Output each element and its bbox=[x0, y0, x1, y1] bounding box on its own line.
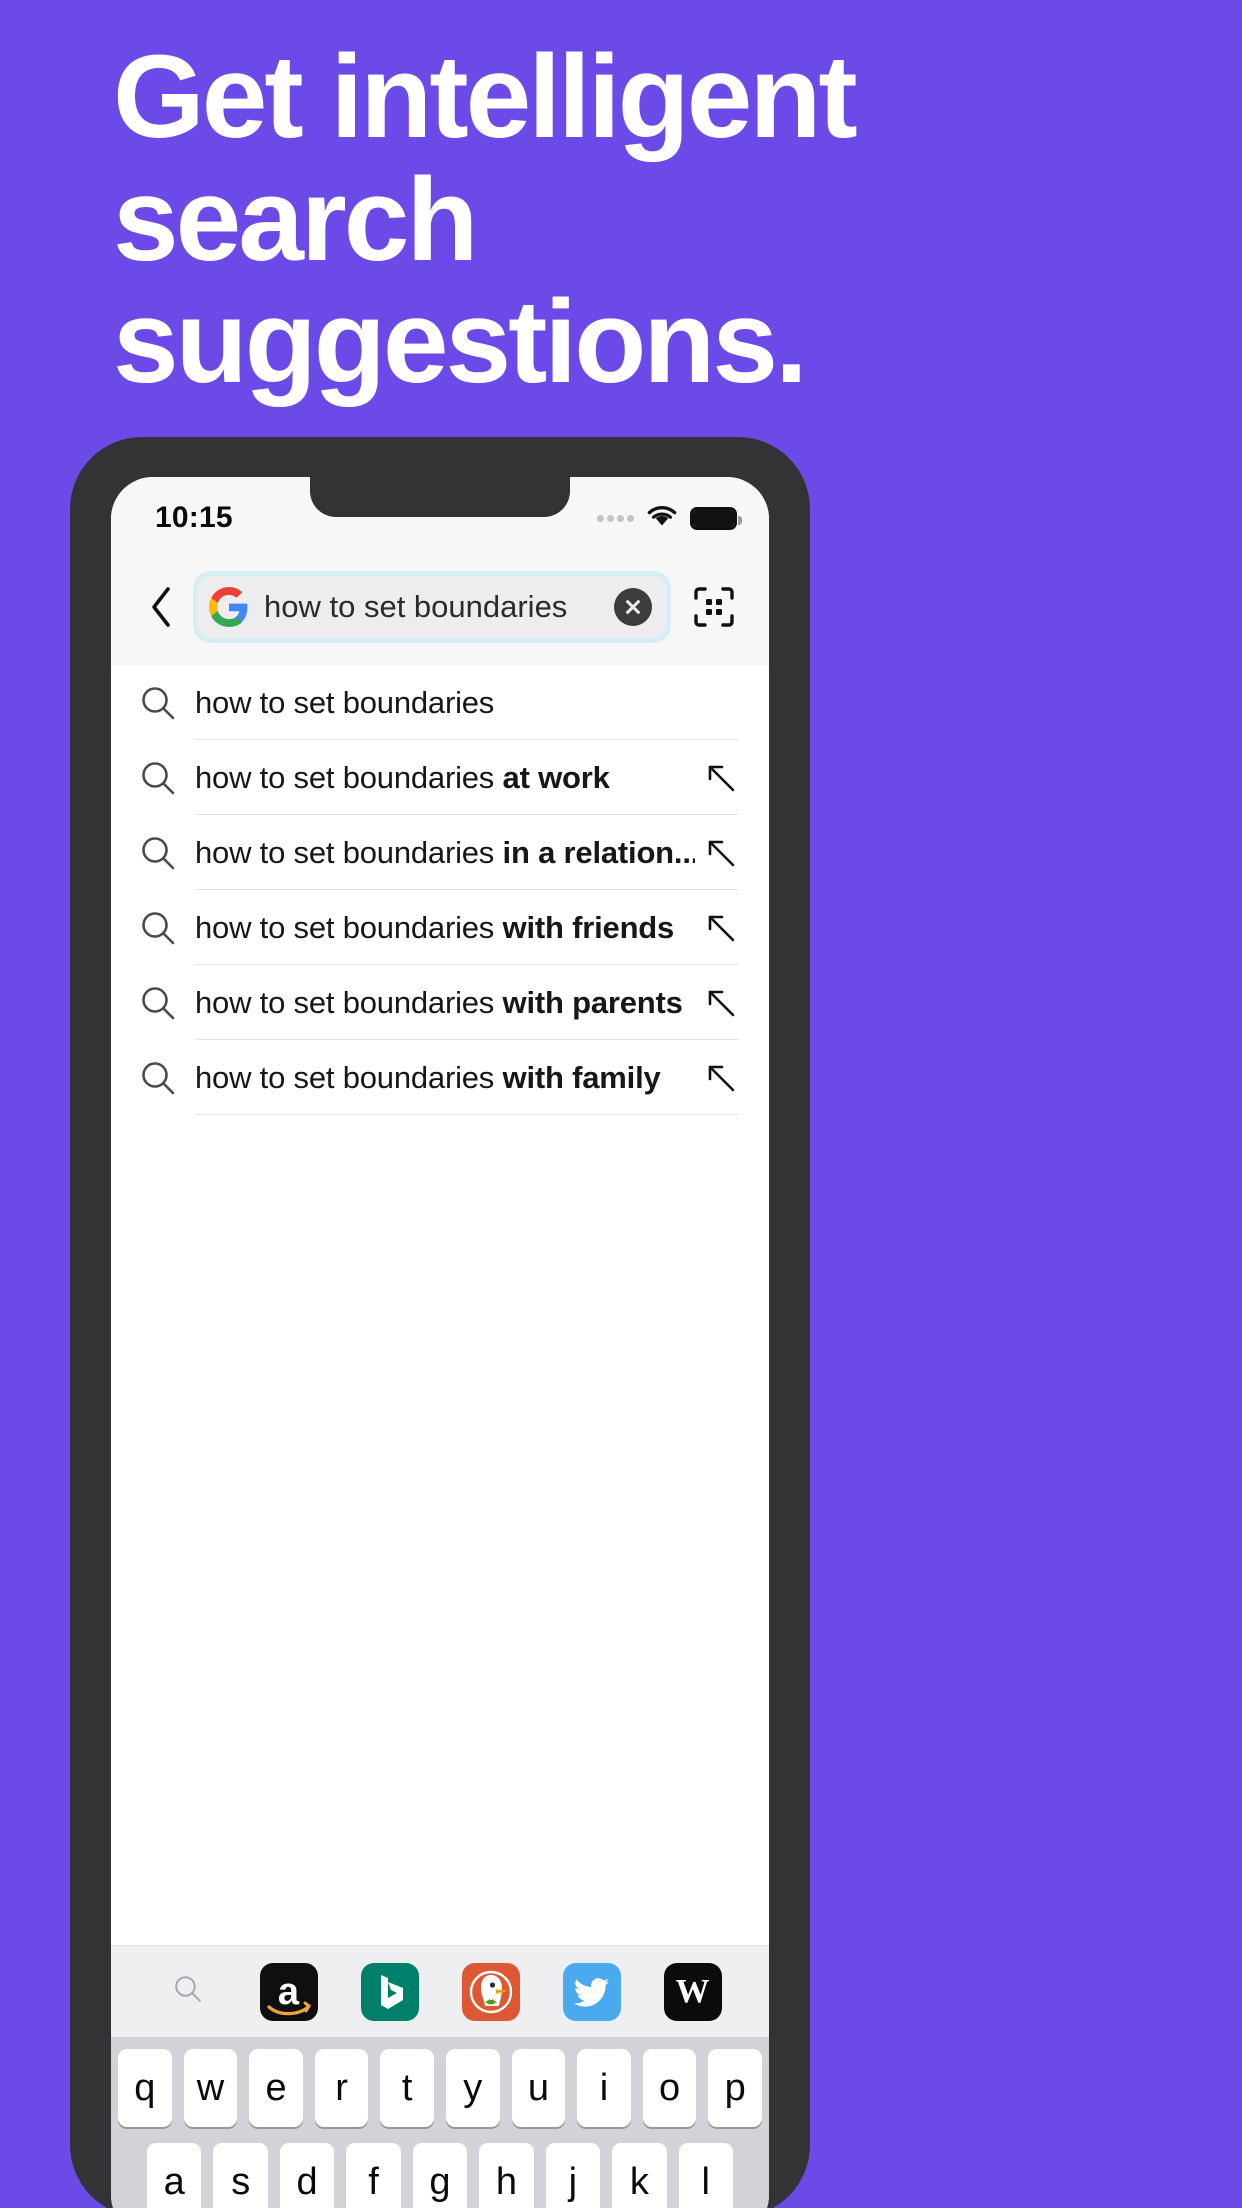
status-bar: 10:15 bbox=[111, 477, 769, 555]
suggestion-text: how to set boundaries at work bbox=[195, 759, 610, 795]
twitter-icon bbox=[562, 1962, 621, 2021]
key-y[interactable]: y bbox=[446, 2049, 500, 2127]
back-button[interactable] bbox=[133, 576, 189, 638]
suggestion-text: how to set boundaries with family bbox=[195, 1059, 661, 1095]
close-circle-icon[interactable] bbox=[614, 588, 652, 626]
key-e[interactable]: e bbox=[249, 2049, 303, 2127]
suggestion-text: how to set boundaries with friends bbox=[195, 909, 675, 945]
search-icon bbox=[139, 1059, 195, 1097]
signal-dots-icon bbox=[597, 514, 634, 522]
wifi-icon bbox=[645, 503, 679, 533]
keyboard-row-1: q w e r t y u i o p bbox=[111, 2049, 769, 2127]
list-item[interactable]: how to set boundaries with parents bbox=[111, 965, 769, 1040]
list-item[interactable]: how to set boundaries at work bbox=[111, 740, 769, 815]
key-g[interactable]: g bbox=[412, 2143, 468, 2208]
list-item[interactable]: how to set boundaries in a relation... bbox=[111, 815, 769, 890]
status-bar-time: 10:15 bbox=[155, 501, 233, 534]
search-icon bbox=[139, 759, 195, 797]
shortcut-duckduckgo[interactable] bbox=[440, 1962, 541, 2021]
headline-line-3: suggestions. bbox=[113, 276, 808, 409]
key-t[interactable]: t bbox=[380, 2049, 434, 2127]
suggestion-text: how to set boundaries in a relation... bbox=[195, 834, 695, 870]
arrow-up-left-icon[interactable] bbox=[695, 910, 747, 946]
phone-screen: 10:15 how to set boundaries how to set b… bbox=[111, 477, 769, 2208]
key-a[interactable]: a bbox=[147, 2143, 202, 2208]
browser-toolbar: how to set boundaries bbox=[111, 555, 769, 665]
arrow-up-left-icon[interactable] bbox=[695, 1060, 747, 1096]
headline-line-2: search bbox=[113, 153, 479, 286]
divider bbox=[195, 1114, 739, 1115]
wikipedia-icon: W bbox=[663, 1962, 722, 2021]
key-f[interactable]: f bbox=[346, 2143, 401, 2208]
search-query-text[interactable]: how to set boundaries bbox=[264, 589, 600, 625]
arrow-up-left-icon[interactable] bbox=[695, 985, 747, 1021]
notch bbox=[310, 477, 570, 517]
key-i[interactable]: i bbox=[577, 2049, 631, 2127]
list-item[interactable]: how to set boundaries bbox=[111, 665, 769, 740]
key-r[interactable]: r bbox=[314, 2049, 369, 2127]
shortcut-default-search[interactable] bbox=[137, 1973, 238, 2010]
wikipedia-letter: W bbox=[675, 1972, 710, 2010]
key-h[interactable]: h bbox=[479, 2143, 534, 2208]
search-icon bbox=[139, 684, 195, 722]
shortcut-wikipedia[interactable]: W bbox=[642, 1962, 743, 2021]
search-icon bbox=[139, 834, 195, 872]
key-u[interactable]: u bbox=[511, 2049, 566, 2127]
search-engine-shortcuts: a W bbox=[111, 1945, 769, 2037]
key-q[interactable]: q bbox=[118, 2049, 172, 2127]
phone-mockup: 10:15 how to set boundaries how to set b… bbox=[70, 437, 810, 2208]
shortcut-twitter[interactable] bbox=[541, 1962, 642, 2021]
suggestion-text: how to set boundaries with parents bbox=[195, 984, 683, 1020]
shortcut-amazon[interactable]: a bbox=[238, 1962, 339, 2021]
shortcut-bing[interactable] bbox=[339, 1962, 440, 2021]
key-d[interactable]: d bbox=[279, 2143, 335, 2208]
keyboard-row-2: a s d f g h j k l bbox=[111, 2143, 769, 2208]
chevron-left-icon bbox=[152, 587, 170, 627]
qr-scan-button[interactable] bbox=[681, 576, 747, 638]
key-p[interactable]: p bbox=[708, 2049, 762, 2127]
search-input[interactable]: how to set boundaries bbox=[193, 571, 671, 643]
headline-line-1: Get intelligent bbox=[113, 31, 858, 163]
default-search-icon bbox=[172, 1973, 204, 2010]
list-item[interactable]: how to set boundaries with family bbox=[111, 1040, 769, 1115]
battery-full-icon bbox=[690, 506, 742, 530]
arrow-up-left-icon[interactable] bbox=[695, 760, 747, 796]
key-l[interactable]: l bbox=[678, 2143, 733, 2208]
duckduckgo-icon bbox=[461, 1962, 520, 2021]
key-o[interactable]: o bbox=[642, 2049, 697, 2127]
status-bar-indicators bbox=[597, 503, 742, 533]
list-item[interactable]: how to set boundaries with friends bbox=[111, 890, 769, 965]
suggestion-text: how to set boundaries bbox=[195, 684, 495, 720]
qr-scan-icon bbox=[694, 587, 734, 627]
search-icon bbox=[139, 909, 195, 947]
key-s[interactable]: s bbox=[213, 2143, 268, 2208]
key-k[interactable]: k bbox=[612, 2143, 667, 2208]
bing-icon bbox=[360, 1962, 419, 2021]
suggestions-list: how to set boundaries how to set boundar… bbox=[111, 665, 769, 1945]
arrow-up-left-icon[interactable] bbox=[695, 835, 747, 871]
search-icon bbox=[139, 984, 195, 1022]
amazon-icon: a bbox=[259, 1962, 318, 2021]
google-g-icon bbox=[208, 586, 250, 628]
key-w[interactable]: w bbox=[183, 2049, 238, 2127]
key-j[interactable]: j bbox=[545, 2143, 601, 2208]
page-title: Get intelligent search suggestions. bbox=[113, 36, 1173, 404]
on-screen-keyboard: q w e r t y u i o p a s d f g h j k l bbox=[111, 2037, 769, 2208]
